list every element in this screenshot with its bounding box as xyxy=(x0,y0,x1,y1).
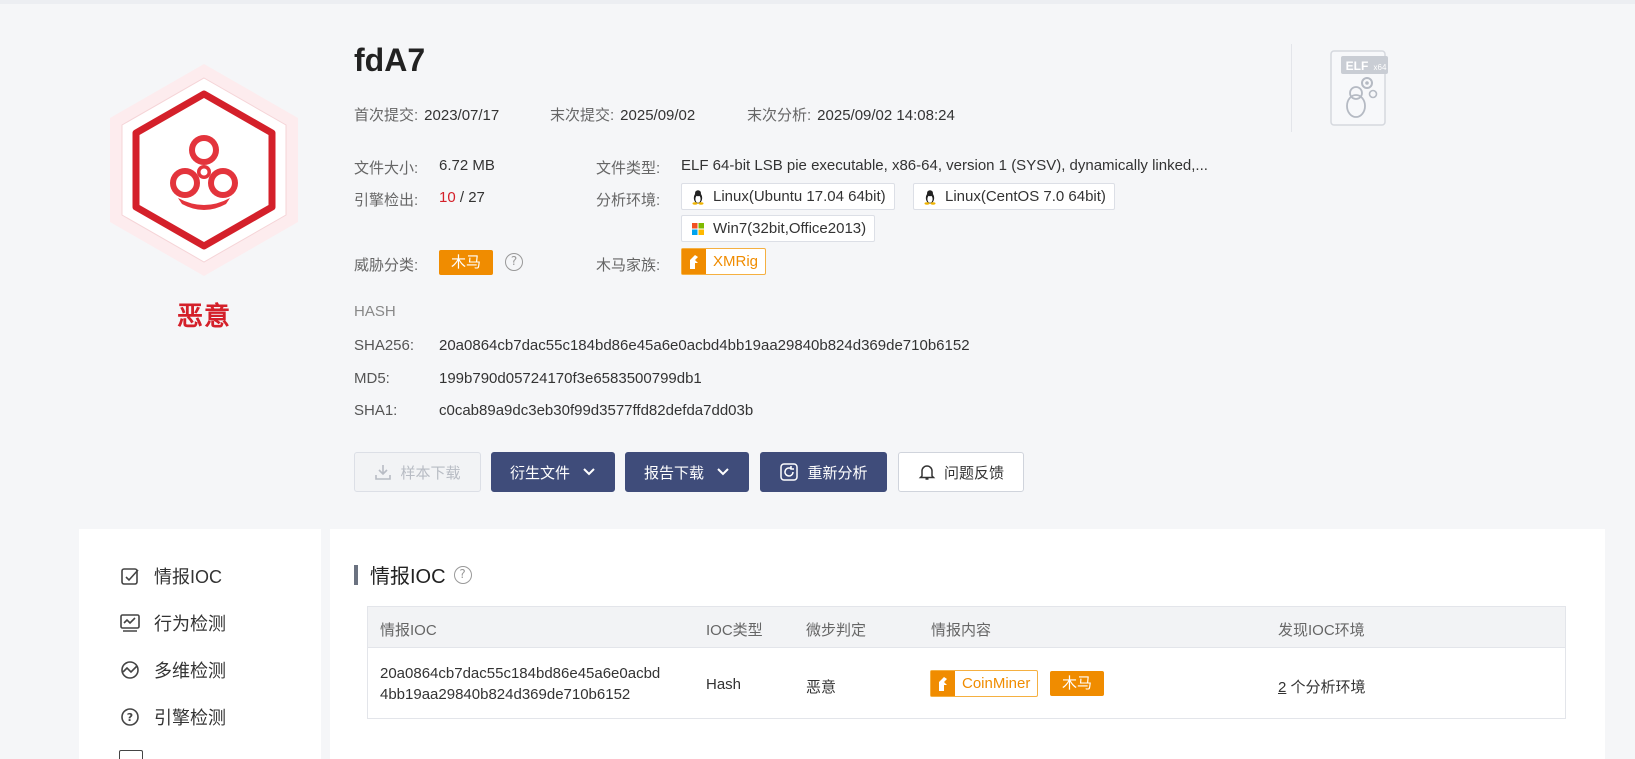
col-content: 情报内容 xyxy=(931,622,992,639)
sidebar-item-ioc[interactable]: 情报IOC xyxy=(119,561,222,591)
ioc-value-line2[interactable]: 4bb19aa29840b824d369de710b6152 xyxy=(380,686,630,703)
derived-files-button[interactable]: 衍生文件 xyxy=(491,452,615,492)
table-header: 情报IOC IOC类型 微步判定 情报内容 发现IOC环境 xyxy=(368,607,1565,648)
sidebar-item-partial-icon xyxy=(119,750,143,759)
md5-value[interactable]: 199b790d05724170f3e6583500799db1 xyxy=(439,370,702,387)
ioc-type-value: Hash xyxy=(706,676,742,693)
windows-icon xyxy=(690,221,706,237)
svg-text:?: ? xyxy=(127,711,133,724)
help-icon[interactable]: ? xyxy=(505,253,523,271)
threat-class-tag: 木马 xyxy=(439,250,494,275)
file-type-label: 文件类型: xyxy=(596,160,661,177)
engine-hits: 10 xyxy=(439,189,456,206)
monitor-icon xyxy=(119,612,141,634)
title-bar xyxy=(354,564,358,585)
col-env: 发现IOC环境 xyxy=(1278,622,1365,639)
top-edge xyxy=(0,0,1635,4)
trojan-family-label: 木马家族: xyxy=(596,257,661,274)
section-title-ioc: 情报IOC ? xyxy=(354,560,472,589)
md5-label: MD5: xyxy=(354,370,390,387)
chevron-down-icon xyxy=(716,467,730,477)
last-analysis: 末次分析: 2025/09/02 14:08:24 xyxy=(747,107,955,124)
env-chip-ubuntu[interactable]: Linux(Ubuntu 17.04 64bit) xyxy=(681,183,895,210)
file-size-value: 6.72 MB xyxy=(439,157,495,174)
linux-icon xyxy=(922,189,938,205)
chevron-down-icon xyxy=(582,467,596,477)
col-verdict: 微步判定 xyxy=(806,622,867,639)
feedback-button[interactable]: 问题反馈 xyxy=(898,452,1024,492)
radar-icon xyxy=(119,659,141,681)
sample-download-button[interactable]: 样本下载 xyxy=(354,452,481,492)
file-type-value: ELF 64-bit LSB pie executable, x86-64, v… xyxy=(681,157,1208,174)
svg-text:x64: x64 xyxy=(1374,63,1387,72)
env-chip-centos[interactable]: Linux(CentOS 7.0 64bit) xyxy=(913,183,1115,210)
refresh-icon xyxy=(779,462,799,482)
reanalyze-button[interactable]: 重新分析 xyxy=(760,452,887,492)
sha256-label: SHA256: xyxy=(354,337,415,354)
edit-icon xyxy=(119,565,141,587)
sha1-label: SHA1: xyxy=(354,402,398,419)
env-count-suffix: 个分析环境 xyxy=(1290,679,1366,696)
threat-class-label: 威胁分类: xyxy=(354,257,419,274)
bell-icon xyxy=(918,463,936,481)
engine-detect-value: 10 / 27 xyxy=(439,189,485,206)
ioc-env-value: 2 个分析环境 xyxy=(1278,676,1366,697)
malicious-badge-icon xyxy=(104,60,304,280)
trojan-family-tag[interactable]: XMRig xyxy=(681,248,767,275)
file-name-title: fdA7 xyxy=(354,42,426,78)
report-download-button[interactable]: 报告下载 xyxy=(625,452,749,492)
engine-detect-label: 引擎检出: xyxy=(354,192,419,209)
elf-file-icon: ELF x64 xyxy=(1329,50,1389,128)
sha1-value[interactable]: c0cab89a9dc3eb30f99d3577ffd82defda7dd03b xyxy=(439,402,753,419)
help-icon[interactable]: ? xyxy=(453,565,472,584)
ioc-table: 情报IOC IOC类型 微步判定 情报内容 发现IOC环境 20a0864cb7… xyxy=(367,606,1566,719)
hash-heading: HASH xyxy=(354,303,396,320)
download-icon xyxy=(374,463,392,481)
linux-icon xyxy=(690,189,706,205)
verdict-label: 恶意 xyxy=(176,301,231,331)
first-submit: 首次提交: 2023/07/17 xyxy=(354,107,500,124)
sidebar-item-behavior[interactable]: 行为检测 xyxy=(119,608,226,638)
trojan-tag: 木马 xyxy=(1050,671,1105,696)
sidebar-item-engine[interactable]: ? 引擎检测 xyxy=(119,702,226,732)
col-ioc: 情报IOC xyxy=(380,622,437,639)
analysis-env-label: 分析环境: xyxy=(596,192,661,209)
coinminer-tag[interactable]: CoinMiner xyxy=(930,670,1039,697)
ioc-verdict-value: 恶意 xyxy=(806,679,837,696)
engine-icon: ? xyxy=(119,706,141,728)
vertical-divider xyxy=(1291,44,1292,132)
ioc-value-line1[interactable]: 20a0864cb7dac55c184bd86e45a6e0acbd xyxy=(380,665,660,682)
env-count-link[interactable]: 2 xyxy=(1278,679,1286,696)
env-chip-win7[interactable]: Win7(32bit,Office2013) xyxy=(681,215,876,242)
sha256-value[interactable]: 20a0864cb7dac55c184bd86e45a6e0acbd4bb19a… xyxy=(439,337,970,354)
malware-family-icon xyxy=(682,249,706,274)
engine-total: / 27 xyxy=(459,189,485,206)
file-size-label: 文件大小: xyxy=(354,160,419,177)
malware-family-icon xyxy=(931,671,955,696)
col-ioc-type: IOC类型 xyxy=(706,622,763,639)
last-submit: 末次提交: 2025/09/02 xyxy=(550,107,696,124)
svg-text:ELF: ELF xyxy=(1346,59,1369,73)
sidebar-item-multidim[interactable]: 多维检测 xyxy=(119,655,226,685)
